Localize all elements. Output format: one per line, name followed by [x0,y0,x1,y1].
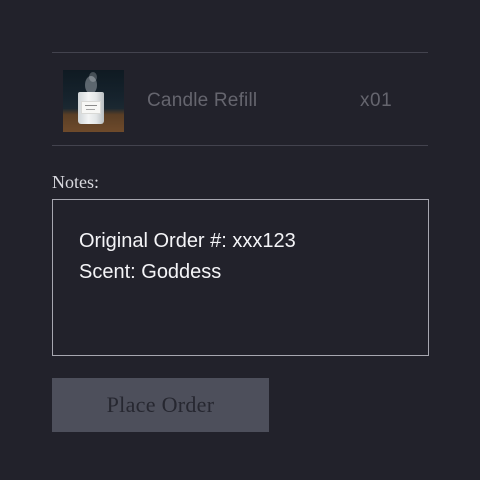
notes-label: Notes: [52,172,99,192]
notes-line-order: Original Order #: xxx123 [79,230,296,252]
bottom-divider [52,145,428,146]
product-thumbnail [63,70,124,132]
item-name: Candle Refill [147,90,258,111]
item-quantity: x01 [360,90,393,111]
notes-textarea[interactable]: Original Order #: xxx123 Scent: Goddess [52,199,429,356]
notes-line-scent: Scent: Goddess [79,261,222,283]
place-order-button[interactable]: Place Order [52,378,269,432]
order-item-row: Candle Refill x01 [52,53,428,145]
